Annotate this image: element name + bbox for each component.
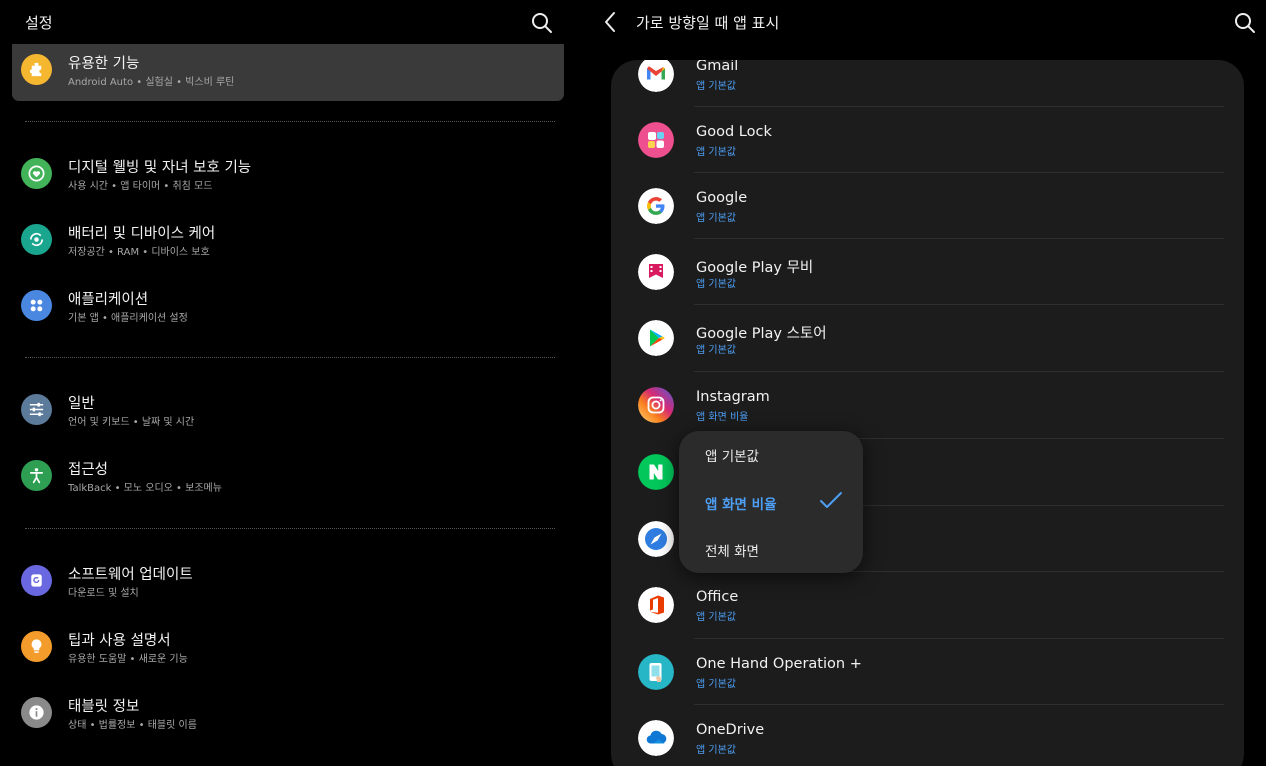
option-app-default[interactable]: 앱 기본값: [705, 445, 759, 465]
settings-item-tips[interactable]: 팁과 사용 설명서 유용한 도움말 • 새로운 기능: [12, 616, 564, 678]
app-row-google-play-movies[interactable]: Google Play 무비 앱 기본값: [611, 238, 1244, 304]
app-setting: 앱 화면 비율: [696, 412, 749, 423]
app-row-google-play-store[interactable]: Google Play 스토어 앱 기본값: [611, 304, 1244, 370]
heart-circle-icon: [21, 158, 52, 189]
device-care-icon: [21, 224, 52, 255]
settings-item-title: 접근성: [68, 462, 109, 478]
settings-item-subtitle: 기본 앱 • 애플리케이션 설정: [68, 313, 188, 324]
play-movies-icon: [638, 254, 674, 290]
internet-icon: [638, 521, 674, 557]
display-mode-dropdown: 앱 기본값 앱 화면 비율 전체 화면: [679, 431, 863, 573]
app-setting: 앱 기본값: [696, 345, 736, 356]
section-divider: [25, 357, 555, 358]
office-icon: [638, 587, 674, 623]
settings-item-subtitle: 언어 및 키보드 • 날짜 및 시간: [68, 417, 195, 428]
back-icon[interactable]: [600, 10, 622, 34]
app-row-instagram[interactable]: Instagram 앱 화면 비율: [611, 371, 1244, 437]
settings-item-accessibility[interactable]: 접근성 TalkBack • 모노 오디오 • 보조메뉴: [12, 445, 564, 507]
app-name: Office: [696, 589, 739, 605]
settings-list: 유용한 기능 Android Auto • 실험실 • 빅스비 루틴 디지털 웰…: [0, 44, 576, 766]
settings-item-subtitle: 다운로드 및 설치: [68, 588, 139, 599]
app-setting: 앱 기본값: [696, 679, 736, 690]
search-icon[interactable]: [530, 11, 554, 35]
settings-item-title: 팁과 사용 설명서: [68, 633, 171, 649]
option-full-screen[interactable]: 전체 화면: [705, 540, 759, 560]
settings-item-title: 디지털 웰빙 및 자녀 보호 기능: [68, 160, 252, 176]
settings-item-general[interactable]: 일반 언어 및 키보드 • 날짜 및 시간: [12, 379, 564, 441]
settings-item-subtitle: 상태 • 법률정보 • 태블릿 이름: [68, 720, 197, 731]
settings-item-title: 태블릿 정보: [68, 699, 140, 715]
settings-title: 설정: [25, 14, 53, 32]
settings-item-title: 소프트웨어 업데이트: [68, 567, 193, 583]
settings-item-device-care[interactable]: 배터리 및 디바이스 케어 저장공간 • RAM • 디바이스 보호: [12, 209, 564, 271]
app-name: Instagram: [696, 389, 770, 405]
app-name: Google Play 스토어: [696, 326, 827, 342]
settings-item-subtitle: TalkBack • 모노 오디오 • 보조메뉴: [68, 483, 222, 494]
app-row-gmail[interactable]: Gmail 앱 기본값: [611, 60, 1244, 106]
app-setting: 앱 기본값: [696, 745, 736, 756]
app-row-good-lock[interactable]: Good Lock 앱 기본값: [611, 106, 1244, 172]
good-lock-icon: [638, 122, 674, 158]
accessibility-icon: [21, 460, 52, 491]
settings-item-title: 일반: [68, 396, 95, 412]
settings-pane: 설정 유용한 기능 Android Auto • 실험실 • 빅스비 루틴 디지…: [0, 0, 576, 766]
settings-item-applications[interactable]: 애플리케이션 기본 앱 • 애플리케이션 설정: [12, 275, 564, 337]
settings-item-subtitle: 사용 시간 • 앱 타이머 • 취침 모드: [68, 181, 213, 192]
apps-grid-icon: [21, 290, 52, 321]
settings-item-title: 유용한 기능: [68, 56, 140, 72]
option-app-aspect-ratio[interactable]: 앱 화면 비율: [705, 493, 777, 513]
app-name: Good Lock: [696, 124, 772, 140]
app-list-card: Gmail 앱 기본값 Good Lock 앱 기본값 Google 앱 기본값: [611, 60, 1244, 766]
lightbulb-icon: [21, 631, 52, 662]
app-row-office[interactable]: Office 앱 기본값: [611, 571, 1244, 637]
google-icon: [638, 188, 674, 224]
app-name: OneDrive: [696, 722, 765, 738]
settings-item-software-update[interactable]: 소프트웨어 업데이트 다운로드 및 설치: [12, 550, 564, 612]
gmail-icon: [638, 60, 674, 92]
app-row-one-hand-operation[interactable]: One Hand Operation + 앱 기본값: [611, 638, 1244, 704]
settings-item-subtitle: 유용한 도움말 • 새로운 기능: [68, 654, 188, 665]
onedrive-icon: [638, 720, 674, 756]
instagram-icon: [638, 387, 674, 423]
app-row-onedrive[interactable]: OneDrive 앱 기본값: [611, 704, 1244, 766]
app-name: Google Play 무비: [696, 260, 814, 276]
app-name: Google: [696, 190, 748, 206]
settings-item-title: 배터리 및 디바이스 케어: [68, 226, 216, 242]
app-name: Gmail: [696, 60, 739, 74]
app-setting: 앱 기본값: [696, 279, 736, 290]
info-icon: [21, 697, 52, 728]
app-setting: 앱 기본값: [696, 213, 736, 224]
settings-item-title: 애플리케이션: [68, 292, 149, 308]
settings-item-subtitle: 저장공간 • RAM • 디바이스 보호: [68, 247, 210, 258]
one-hand-icon: [638, 654, 674, 690]
settings-item-tablet-info[interactable]: 태블릿 정보 상태 • 법률정보 • 태블릿 이름: [12, 682, 564, 744]
section-divider: [25, 121, 555, 122]
app-setting: 앱 기본값: [696, 81, 736, 92]
section-divider: [25, 528, 555, 529]
app-setting: 앱 기본값: [696, 612, 736, 623]
play-store-icon: [638, 320, 674, 356]
settings-item-subtitle: Android Auto • 실험실 • 빅스비 루틴: [68, 77, 235, 88]
settings-item-digital-wellbeing[interactable]: 디지털 웰빙 및 자녀 보호 기능 사용 시간 • 앱 타이머 • 취침 모드: [12, 143, 564, 205]
naver-icon: [638, 454, 674, 490]
puzzle-icon: [21, 54, 52, 85]
app-setting: 앱 기본값: [696, 147, 736, 158]
settings-header: 설정: [0, 0, 576, 44]
app-display-pane: 가로 방향일 때 앱 표시 Gmail 앱 기본값 Good Lock 앱 기본…: [576, 0, 1266, 766]
update-icon: [21, 565, 52, 596]
page-title: 가로 방향일 때 앱 표시: [636, 14, 780, 32]
app-row-google[interactable]: Google 앱 기본값: [611, 172, 1244, 238]
app-name: One Hand Operation +: [696, 656, 862, 672]
search-icon[interactable]: [1233, 11, 1257, 35]
settings-item-advanced-features[interactable]: 유용한 기능 Android Auto • 실험실 • 빅스비 루틴: [12, 44, 564, 101]
checkmark-icon: [819, 491, 843, 511]
sliders-icon: [21, 394, 52, 425]
